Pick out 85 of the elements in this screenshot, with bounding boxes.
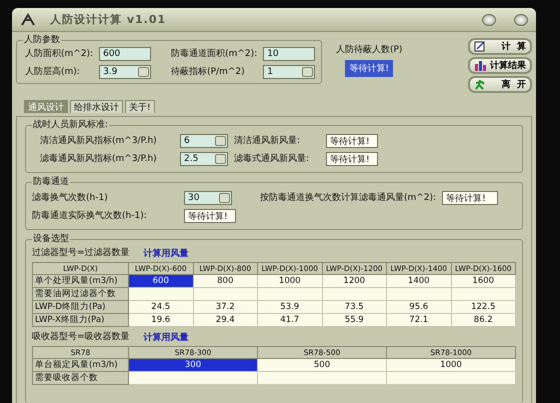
minimize-button[interactable] — [482, 14, 496, 26]
table-cell[interactable]: 800 — [193, 274, 258, 288]
table-cell[interactable] — [386, 288, 451, 300]
table-cell[interactable] — [128, 372, 258, 384]
table-cell[interactable] — [258, 288, 322, 300]
group-title: 战时人员新风标准: — [32, 119, 110, 131]
group-title: 防毒通道 — [32, 176, 70, 188]
output-field[interactable]: 等待计算! — [442, 191, 498, 205]
spin-field[interactable]: 6 — [180, 134, 228, 148]
table-cell[interactable]: 41.7 — [258, 314, 322, 326]
field-label: 滤毒式通风新风量: — [234, 152, 310, 166]
output-field[interactable]: 等待计算! — [345, 60, 393, 77]
spin-field[interactable]: 3.9 — [99, 65, 152, 79]
row-header: 单个处理风量(m3/h) — [32, 274, 128, 288]
row-header: LWP-D终阻力(Pa) — [32, 300, 128, 314]
output-field[interactable]: 等待计算! — [184, 209, 236, 223]
table-cell[interactable]: 86.2 — [451, 314, 516, 326]
field-label: 防毒通道实际换气次数(h-1): — [32, 210, 148, 222]
table-cell[interactable] — [128, 288, 193, 300]
table-cell[interactable]: 95.6 — [386, 300, 451, 314]
spin-button[interactable] — [302, 67, 314, 77]
field-label: 人防层高(m): — [25, 66, 81, 78]
spin-button[interactable] — [138, 67, 150, 77]
close-button[interactable] — [514, 14, 528, 26]
row-header: 需要吸收器个数 — [32, 372, 128, 384]
table-cell[interactable]: 55.9 — [322, 314, 386, 326]
spin-field[interactable]: 2.5 — [180, 152, 228, 166]
running-figure-icon — [474, 79, 486, 90]
spin-field[interactable]: 30 — [184, 191, 232, 205]
input-field[interactable]: 600 — [99, 47, 152, 61]
table-cell[interactable]: 37.2 — [193, 300, 258, 314]
action-button[interactable]: 离 开 — [468, 76, 532, 93]
spin-button[interactable] — [215, 154, 226, 164]
table-cell[interactable]: 53.9 — [258, 300, 322, 314]
row-header: LWP-X终阻力(Pa) — [32, 314, 128, 326]
spin-button[interactable] — [219, 193, 230, 203]
table-cell[interactable]: 500 — [258, 358, 386, 372]
field-label: 滤毒通风新风指标(m^3/P.h) — [40, 152, 158, 166]
app-logo-icon — [20, 12, 36, 26]
spin-button[interactable] — [215, 136, 226, 146]
table-cell[interactable]: 29.4 — [193, 314, 258, 326]
action-button[interactable]: 计算结果 — [468, 57, 532, 74]
group-title: 人防参数 — [23, 34, 61, 46]
output-field[interactable]: 等待计算! — [326, 152, 378, 166]
calc-link[interactable]: 计算用风量 — [144, 247, 189, 260]
table-cell[interactable] — [258, 372, 386, 384]
group-title: 设备选型 — [32, 233, 70, 245]
spin-field[interactable]: 1 — [263, 65, 316, 79]
caption: 过滤器型号=过滤器数量 — [32, 247, 130, 260]
field-label: 待蔽指标(P/m^2) — [171, 66, 246, 78]
field-label: 人防面积(m^2): — [25, 48, 94, 60]
table-cell[interactable]: 1600 — [451, 274, 516, 288]
row-header: 需要油网过滤器个数 — [32, 288, 128, 300]
window-title: 人防设计计算 v1.01 — [50, 12, 166, 27]
field-label: 清洁通风新风指标(m^3/P.h) — [40, 134, 158, 148]
table-cell[interactable] — [451, 288, 516, 300]
tab[interactable]: 给排水设计 — [70, 100, 123, 113]
table-cell[interactable] — [386, 372, 516, 384]
table-cell[interactable] — [322, 288, 386, 300]
input-field[interactable]: 10 — [263, 47, 316, 61]
table-cell[interactable]: 600 — [128, 274, 193, 288]
row-header: 单台额定风量(m3/h) — [32, 358, 128, 372]
table-cell[interactable]: 300 — [128, 358, 258, 372]
table-cell[interactable]: 19.6 — [128, 314, 193, 326]
table-cell[interactable]: 1400 — [386, 274, 451, 288]
field-label: 防毒通道面积(m^2): — [171, 48, 258, 60]
table-cell[interactable] — [193, 288, 258, 300]
output-field[interactable]: 等待计算! — [326, 134, 378, 148]
field-label: 按防毒通道换气次数计算滤毒通风量(m^2): — [260, 192, 436, 204]
table-cell[interactable]: 1000 — [258, 274, 322, 288]
field-label: 滤毒换气次数(h-1) — [32, 192, 109, 204]
table-cell[interactable]: 1200 — [322, 274, 386, 288]
bar-chart-icon — [474, 60, 486, 71]
table-cell[interactable]: 73.5 — [322, 300, 386, 314]
calc-link[interactable]: 计算用风量 — [144, 331, 189, 344]
field-label: 清洁通风新风量: — [234, 134, 302, 148]
table-cell[interactable]: 122.5 — [451, 300, 516, 314]
field-label: 人防待蔽人数(P) — [336, 44, 402, 57]
caption: 吸收器型号=吸收器数量 — [32, 331, 130, 344]
table-cell[interactable]: 1000 — [386, 358, 516, 372]
table-cell[interactable]: 72.1 — [386, 314, 451, 326]
table-cell[interactable]: 24.5 — [128, 300, 193, 314]
tab[interactable]: 关于! — [125, 100, 155, 113]
action-button[interactable]: 计 算 — [468, 38, 532, 55]
pencil-note-icon — [474, 41, 486, 52]
